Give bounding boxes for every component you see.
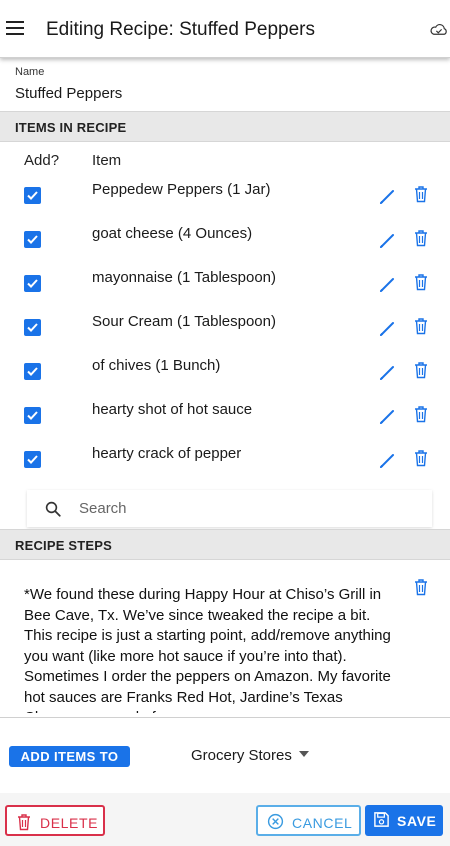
list-item: hearty crack of pepper [0,445,450,489]
trash-icon[interactable] [413,317,429,335]
add-checkbox[interactable] [24,319,41,336]
list-item: of chives (1 Bunch) [0,357,450,401]
search-input[interactable] [79,497,419,519]
list-item: Peppedew Peppers (1 Jar) [0,181,450,225]
add-items-to-button[interactable]: ADD ITEMS TO [9,746,130,767]
item-label: mayonnaise (1 Tablespoon) [92,269,277,286]
checkmark-icon [27,455,38,464]
trash-icon[interactable] [413,361,429,379]
trash-icon[interactable] [413,229,429,247]
list-item: Sour Cream (1 Tablespoon) [0,313,450,357]
page-title: Editing Recipe: Stuffed Peppers [46,19,315,40]
floppy-icon [374,812,389,827]
item-label: hearty shot of hot sauce [92,401,253,418]
search-icon [45,501,61,517]
trash-icon[interactable] [413,273,429,291]
recipe-name-field[interactable]: Name Stuffed Peppers [15,66,122,102]
item-label: Sour Cream (1 Tablespoon) [92,313,276,330]
store-select-value: Grocery Stores [191,747,292,764]
trash-icon [18,814,30,831]
bottom-panel: ADD ITEMS TO Grocery Stores DELETE CANCE… [0,717,450,846]
add-checkbox[interactable] [24,363,41,380]
save-button-label: SAVE [397,813,437,829]
recipe-step-text[interactable]: *We found these during Happy Hour at Chi… [24,585,394,713]
name-value[interactable]: Stuffed Peppers [15,85,122,102]
checkmark-icon [27,411,38,420]
item-label: goat cheese (4 Ounces) [92,225,253,242]
add-checkbox[interactable] [24,407,41,424]
add-checkbox[interactable] [24,275,41,292]
cancel-button-label: CANCEL [292,815,353,831]
item-label: hearty crack of pepper [92,445,242,462]
cloud-icon[interactable] [430,22,448,36]
item-label: of chives (1 Bunch) [92,357,221,374]
cancel-button[interactable]: CANCEL [256,805,361,836]
item-search-box[interactable] [27,490,432,527]
pencil-icon[interactable] [378,407,396,425]
items-section-header: ITEMS IN RECIPE [0,111,450,142]
app-bar: Editing Recipe: Stuffed Peppers [0,0,450,58]
checkmark-icon [27,191,38,200]
item-column-header: Item [92,152,122,169]
add-column-header: Add? [24,152,60,169]
add-checkbox[interactable] [24,231,41,248]
pencil-icon[interactable] [378,231,396,249]
pencil-icon[interactable] [378,451,396,469]
list-item: goat cheese (4 Ounces) [0,225,450,269]
pencil-icon[interactable] [378,363,396,381]
save-button[interactable]: SAVE [365,805,443,836]
name-label: Name [15,66,45,78]
list-item: mayonnaise (1 Tablespoon) [0,269,450,313]
list-item: hearty shot of hot sauce [0,401,450,445]
action-bar: DELETE CANCEL SAVE [0,793,450,846]
trash-icon[interactable] [413,405,429,423]
pencil-icon[interactable] [378,275,396,293]
add-checkbox[interactable] [24,451,41,468]
trash-icon[interactable] [413,578,429,596]
pencil-icon[interactable] [378,187,396,205]
checkmark-icon [27,279,38,288]
pencil-icon[interactable] [378,319,396,337]
menu-icon[interactable] [6,21,24,35]
trash-icon[interactable] [413,185,429,203]
steps-section-header: RECIPE STEPS [0,529,450,560]
cancel-circle-icon [267,813,284,830]
delete-button[interactable]: DELETE [5,805,105,836]
delete-button-label: DELETE [40,815,99,831]
store-select[interactable]: Grocery Stores [191,747,309,764]
checkmark-icon [27,235,38,244]
checkmark-icon [27,367,38,376]
item-label: Peppedew Peppers (1 Jar) [92,181,271,198]
checkmark-icon [27,323,38,332]
trash-icon[interactable] [413,449,429,467]
add-checkbox[interactable] [24,187,41,204]
caret-down-icon [298,751,309,757]
